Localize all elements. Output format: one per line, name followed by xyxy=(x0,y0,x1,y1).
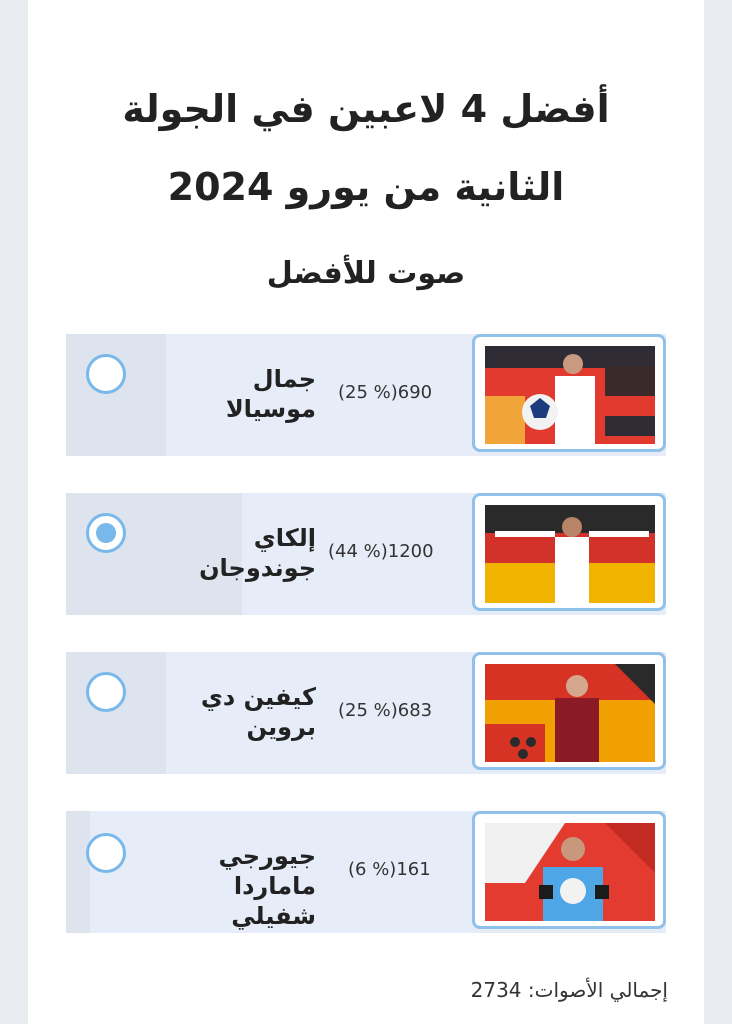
vote-count: 161 xyxy=(396,859,431,880)
vote-share-bar xyxy=(66,334,166,456)
vote-stats: (6 %)161 xyxy=(348,859,431,880)
player-name: إلكاي جوندوجان xyxy=(199,524,316,582)
vote-count: 683 xyxy=(397,700,433,721)
poll-title: أفضل 4 لاعبين في الجولة الثانية من يورو … xyxy=(122,87,610,209)
player-photo-image xyxy=(485,505,655,603)
poll-option-2[interactable]: إلكاي جوندوجان (44 %)1200 xyxy=(66,493,666,615)
player-name: جمال موسيالا xyxy=(225,365,316,423)
poll-option-1[interactable]: جمال موسيالا (25 %)690 xyxy=(66,334,666,456)
player-photo xyxy=(472,493,666,611)
poll-option-4[interactable]: جيورجي ماماردا شفيلي (6 %)161 xyxy=(66,811,666,933)
radio-circle-icon[interactable] xyxy=(86,513,126,553)
radio-circle-icon[interactable] xyxy=(86,833,126,873)
vote-percent: (44 %) xyxy=(328,541,388,562)
player-photo xyxy=(472,652,666,770)
total-votes-label: إجمالي الأصوات: xyxy=(527,978,668,1002)
vote-percent: (25 %) xyxy=(338,700,398,721)
vote-count: 690 xyxy=(397,382,433,403)
total-votes: إجمالي الأصوات: 2734 xyxy=(458,978,668,1002)
vote-percent: (6 %) xyxy=(348,859,397,880)
vote-stats: (25 %)683 xyxy=(338,700,432,721)
player-photo-image xyxy=(485,346,655,444)
player-photo xyxy=(472,811,666,929)
vote-count: 1200 xyxy=(387,541,434,562)
radio-circle-icon[interactable] xyxy=(86,354,126,394)
player-name: جيورجي ماماردا شفيلي xyxy=(218,842,316,930)
player-photo-image xyxy=(485,823,655,921)
poll-option-3[interactable]: كيفين دي بروين (25 %)683 xyxy=(66,652,666,774)
poll-card: أفضل 4 لاعبين في الجولة الثانية من يورو … xyxy=(28,0,704,1024)
vote-share-bar xyxy=(66,811,90,933)
total-votes-value: 2734 xyxy=(470,978,522,1002)
player-photo-image xyxy=(485,664,655,762)
vote-share-bar xyxy=(66,652,166,774)
vote-stats: (44 %)1200 xyxy=(328,541,434,562)
poll-subtitle: صوت للأفضل xyxy=(266,256,466,291)
vote-percent: (25 %) xyxy=(338,382,398,403)
vote-stats: (25 %)690 xyxy=(338,382,432,403)
radio-circle-icon[interactable] xyxy=(86,672,126,712)
player-photo xyxy=(472,334,666,452)
player-name: كيفين دي بروين xyxy=(200,683,316,741)
